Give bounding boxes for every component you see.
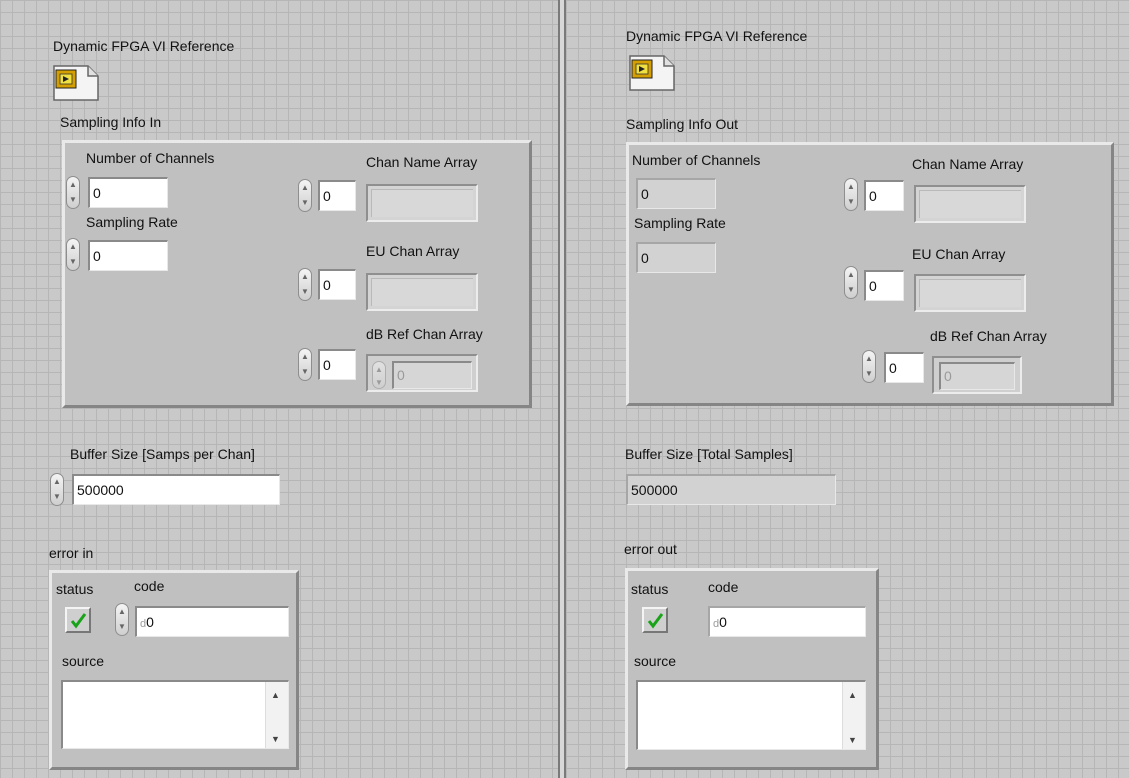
num-channels-label: Number of Channels [632, 152, 761, 168]
scroll-down-arrow-icon[interactable]: ▼ [848, 735, 857, 745]
chan-name-label: Chan Name Array [366, 154, 478, 170]
pane-splitter[interactable] [558, 0, 566, 778]
sampling-rate-spinner[interactable]: ▲ ▼ [66, 238, 80, 271]
db-ref-element-indicator: 0 [939, 362, 1015, 390]
chan-name-array[interactable] [366, 184, 478, 222]
chan-name-index-input[interactable]: 0 [318, 180, 356, 211]
db-ref-index-input[interactable]: 0 [318, 349, 356, 380]
right-pane: Dynamic FPGA VI Reference Sampling Info … [566, 0, 1129, 778]
num-channels-indicator: 0 [636, 178, 716, 209]
error-in-label: error in [49, 545, 94, 561]
db-ref-index-input[interactable]: 0 [884, 352, 924, 383]
buffer-size-indicator: 500000 [626, 474, 836, 505]
error-out-label: error out [624, 541, 677, 557]
num-channels-spinner[interactable]: ▲ ▼ [66, 176, 80, 209]
scroll-up-arrow-icon[interactable]: ▲ [848, 690, 857, 700]
checkmark-icon [70, 613, 87, 629]
sampling-rate-indicator: 0 [636, 242, 716, 273]
source-textbox[interactable]: ▲ ▼ [61, 680, 289, 749]
chan-name-array [914, 185, 1026, 223]
eu-chan-index-spinner[interactable]: ▲ ▼ [298, 268, 312, 301]
buffer-size-input[interactable]: 500000 [72, 474, 280, 505]
db-ref-element-spinner: ▲ ▼ [372, 361, 386, 389]
num-channels-input[interactable]: 0 [88, 177, 168, 208]
left-pane: Dynamic FPGA VI Reference Sampling Info … [0, 0, 558, 778]
sampling-rate-input[interactable]: 0 [88, 240, 168, 271]
eu-chan-array [914, 274, 1026, 312]
checkmark-icon [647, 613, 664, 629]
cluster-label: Sampling Info In [60, 114, 162, 130]
eu-chan-index-input[interactable]: 0 [318, 269, 356, 300]
db-ref-index-spinner[interactable]: ▲ ▼ [298, 348, 312, 381]
eu-chan-array[interactable] [366, 273, 478, 311]
code-indicator: d0 [708, 606, 866, 637]
eu-chan-index-spinner[interactable]: ▲ ▼ [844, 266, 858, 299]
chan-name-label: Chan Name Array [912, 156, 1024, 172]
status-label: status [56, 581, 94, 597]
status-label: status [631, 581, 669, 597]
source-label: source [62, 653, 105, 669]
source-scrollbar[interactable]: ▲ ▼ [265, 682, 288, 748]
db-ref-label: dB Ref Chan Array [930, 328, 1047, 344]
cluster-label: Sampling Info Out [626, 116, 739, 132]
scroll-up-arrow-icon[interactable]: ▲ [271, 690, 280, 700]
source-scrollbar[interactable]: ▲ ▼ [842, 682, 865, 749]
db-ref-index-spinner[interactable]: ▲ ▼ [862, 350, 876, 383]
db-ref-element-input: 0 [392, 361, 472, 389]
code-label: code [708, 579, 739, 595]
buffer-size-label: Buffer Size [Total Samples] [625, 446, 793, 462]
code-spinner[interactable]: ▲ ▼ [115, 603, 129, 636]
num-channels-label: Number of Channels [86, 150, 215, 166]
code-input[interactable]: d0 [135, 606, 289, 637]
source-label: source [634, 653, 677, 669]
eu-chan-index-input[interactable]: 0 [864, 270, 904, 301]
vi-ref-label: Dynamic FPGA VI Reference [53, 38, 235, 54]
buffer-size-spinner[interactable]: ▲ ▼ [50, 473, 64, 506]
chan-name-index-spinner[interactable]: ▲ ▼ [298, 179, 312, 212]
code-label: code [134, 578, 165, 594]
sampling-rate-label: Sampling Rate [86, 214, 178, 230]
fpga-vi-reference-icon[interactable] [52, 64, 100, 102]
eu-chan-label: EU Chan Array [366, 243, 460, 259]
fpga-vi-reference-icon[interactable] [628, 54, 676, 92]
buffer-size-label: Buffer Size [Samps per Chan] [70, 446, 255, 462]
code-value: 0 [719, 614, 727, 630]
eu-chan-label: EU Chan Array [912, 246, 1006, 262]
sampling-rate-label: Sampling Rate [634, 215, 726, 231]
db-ref-label: dB Ref Chan Array [366, 326, 483, 342]
status-indicator [642, 607, 668, 633]
status-checkbox[interactable] [65, 607, 91, 633]
chan-name-index-input[interactable]: 0 [864, 180, 904, 211]
chan-name-index-spinner[interactable]: ▲ ▼ [844, 178, 858, 211]
code-value: 0 [146, 614, 154, 630]
scroll-down-arrow-icon[interactable]: ▼ [271, 734, 280, 744]
source-textbox[interactable]: ▲ ▼ [636, 680, 866, 750]
vi-ref-label: Dynamic FPGA VI Reference [626, 28, 808, 44]
